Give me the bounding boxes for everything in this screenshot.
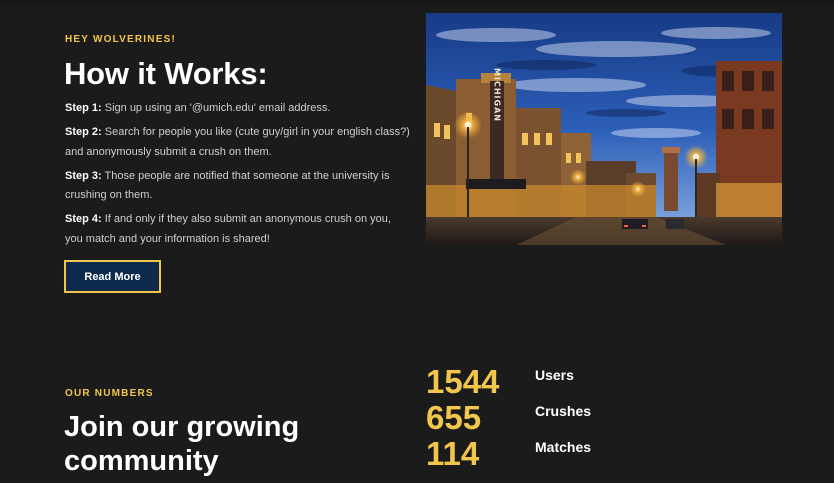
step-item: Step 1: Sign up using an '@umich.edu' em…: [65, 99, 410, 119]
stat-value: 1544: [426, 363, 500, 400]
step-label: Step 3:: [65, 169, 102, 182]
step-text: If and only if they also submit an anony…: [65, 213, 391, 245]
step-text: Sign up using an '@umich.edu' email addr…: [101, 102, 331, 114]
marquee-sign: MICHIGAN: [493, 68, 502, 122]
step-item: Step 2: Search for people you like (cute…: [65, 123, 410, 162]
step-text: Those people are notified that someone a…: [65, 169, 390, 202]
steps-list: Step 1: Sign up using an '@umich.edu' em…: [65, 99, 410, 254]
section-eyebrow: HEY WOLVERINES!: [65, 34, 176, 45]
michigan-theater-photo: MICHIGAN: [426, 13, 782, 245]
stat-label: Crushes: [535, 403, 592, 419]
numbers-headline: Join our growing community: [64, 411, 300, 477]
stat-value: 655: [426, 399, 482, 436]
stat-matches: 114 Matches: [426, 436, 686, 472]
read-more-button[interactable]: Read More: [64, 260, 161, 293]
stats-list: 1544 Users 655 Crushes 114 Matches: [426, 364, 686, 472]
stat-label: Users: [535, 367, 574, 383]
numbers-eyebrow: OUR NUMBERS: [65, 388, 154, 399]
stat-label: Matches: [535, 439, 592, 455]
stat-users: 1544 Users: [426, 364, 686, 400]
step-label: Step 1:: [65, 102, 102, 114]
top-strip: [0, 0, 834, 4]
step-text: Search for people you like (cute guy/gir…: [65, 126, 410, 158]
step-label: Step 2:: [65, 126, 102, 138]
stat-value: 114: [426, 435, 480, 472]
step-label: Step 4:: [65, 213, 102, 225]
section-title: How it Works:: [64, 56, 268, 91]
step-item: Step 3: Those people are notified that s…: [65, 167, 410, 206]
step-item: Step 4: If and only if they also submit …: [65, 210, 410, 249]
stat-crushes: 655 Crushes: [426, 400, 686, 436]
